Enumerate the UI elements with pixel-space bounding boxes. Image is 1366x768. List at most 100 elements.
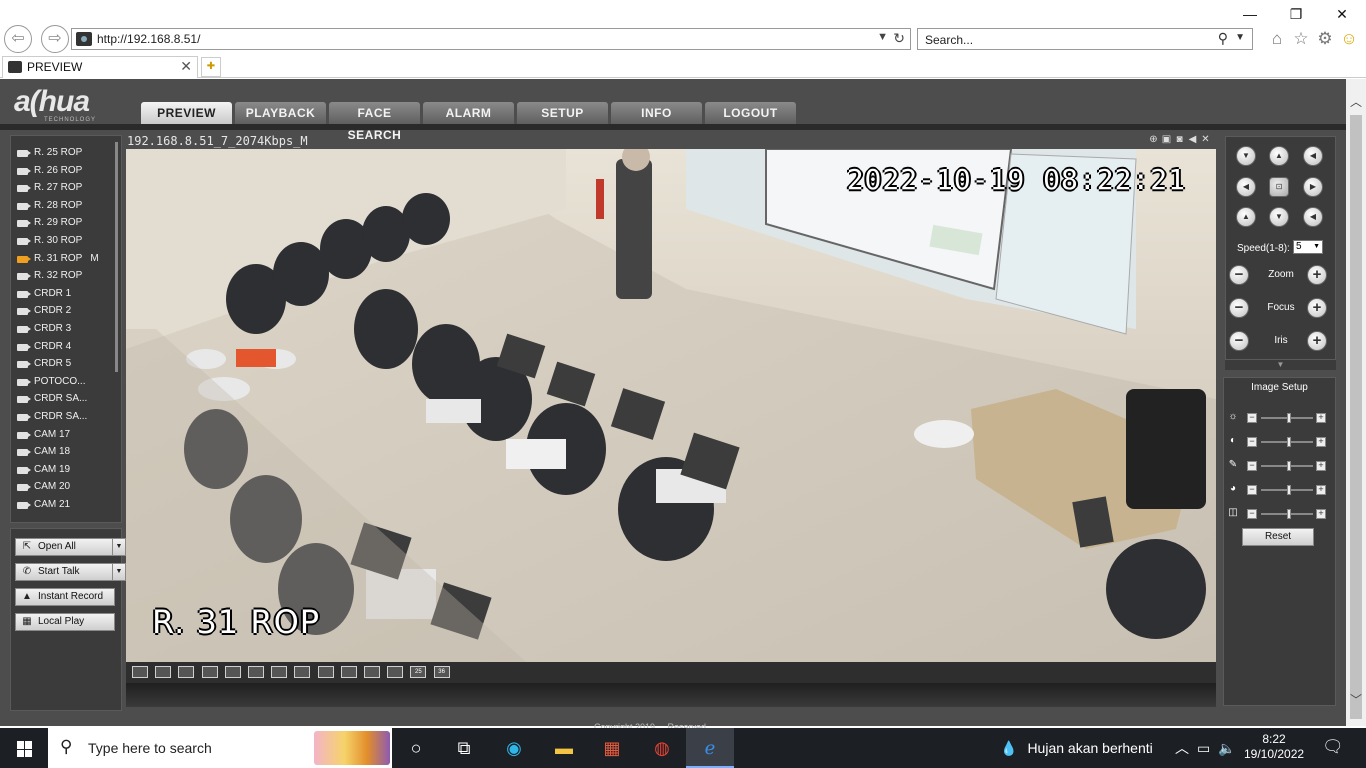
close-window-button[interactable]: ✕ xyxy=(1319,2,1365,26)
slider-increase-icon[interactable]: + xyxy=(1316,509,1326,519)
channel-item[interactable]: R. 30 ROP xyxy=(15,232,115,250)
slider-decrease-icon[interactable]: − xyxy=(1247,509,1257,519)
menu-tab-alarm[interactable]: ALARM xyxy=(423,102,514,124)
slider-increase-icon[interactable]: + xyxy=(1316,461,1326,471)
file-explorer-icon[interactable]: ▬ xyxy=(540,728,588,768)
channel-item[interactable]: CAM 18 xyxy=(15,443,115,461)
menu-tab-preview[interactable]: PREVIEW xyxy=(141,102,232,124)
live-video[interactable]: 2022-10-19 08:22:21 R. 31 ROP xyxy=(126,149,1216,662)
slider-knob[interactable] xyxy=(1287,437,1292,447)
home-icon[interactable]: ⌂ xyxy=(1266,28,1288,50)
slider-track[interactable] xyxy=(1261,413,1313,423)
local-play-button[interactable]: ▦ Local Play xyxy=(15,613,115,631)
slider-decrease-icon[interactable]: − xyxy=(1247,461,1257,471)
iris-plus-icon[interactable]: + xyxy=(1307,331,1327,351)
channel-item[interactable]: CRDR 2 xyxy=(15,302,115,320)
microsoft-store-icon[interactable]: ▦ xyxy=(588,728,636,768)
network-icon[interactable]: ▭ xyxy=(1197,740,1218,756)
split-layout-icon[interactable] xyxy=(317,666,334,678)
notification-icon[interactable]: 🗨 xyxy=(1322,737,1344,757)
slider-increase-icon[interactable]: + xyxy=(1316,485,1326,495)
menu-tab-playback[interactable]: PLAYBACK xyxy=(235,102,326,124)
slider-decrease-icon[interactable]: − xyxy=(1247,413,1257,423)
zoom-in-plus-icon[interactable]: + xyxy=(1307,265,1327,285)
refresh-icon[interactable]: ↻ xyxy=(893,30,905,47)
channel-item[interactable]: POTOCO... xyxy=(15,373,115,391)
tab-preview[interactable]: PREVIEW ✕ xyxy=(2,56,198,78)
channel-item[interactable]: CRDR SA... xyxy=(15,390,115,408)
browser-search-box[interactable]: Search... ⚲ ▼ xyxy=(917,28,1253,50)
open-all-button[interactable]: ⇱ Open All xyxy=(15,538,115,556)
taskbar-search-box[interactable]: ⚲ Type here to search xyxy=(48,728,392,768)
open-all-dropdown-icon[interactable]: ▼ xyxy=(112,538,126,556)
chrome-icon[interactable]: ◍ xyxy=(638,728,686,768)
slider-track[interactable] xyxy=(1261,509,1313,519)
snapshot-icon[interactable]: ▣ xyxy=(1161,134,1172,146)
split-layout-icon[interactable] xyxy=(155,666,172,678)
search-icon[interactable]: ⚲ xyxy=(1218,30,1228,47)
channel-item[interactable]: R. 28 ROP xyxy=(15,197,115,215)
favorites-star-icon[interactable]: ☆ xyxy=(1290,28,1312,50)
instant-record-button[interactable]: ▲ Instant Record xyxy=(15,588,115,606)
split-layout-icon[interactable] xyxy=(178,666,195,678)
split-layout-icon[interactable] xyxy=(248,666,264,678)
back-icon[interactable]: ⇦ xyxy=(4,25,32,53)
ptz-down-left-icon[interactable]: ▲ xyxy=(1236,207,1256,227)
cortana-icon[interactable]: ○ xyxy=(392,728,440,768)
zoom-out-icon[interactable]: − xyxy=(1229,265,1249,285)
start-talk-button[interactable]: ✆ Start Talk xyxy=(15,563,115,581)
split-layout-icon[interactable]: 25 xyxy=(410,666,427,678)
channel-item[interactable]: CAM 21 xyxy=(15,496,115,514)
split-layout-icon[interactable] xyxy=(340,666,357,678)
focus-plus-icon[interactable]: + xyxy=(1307,298,1327,318)
close-video-icon[interactable]: ✕ xyxy=(1200,134,1211,146)
forward-icon[interactable]: ⇨ xyxy=(41,25,69,53)
split-layout-icon[interactable] xyxy=(224,666,241,678)
reset-button[interactable]: Reset xyxy=(1242,528,1314,546)
split-layout-icon[interactable] xyxy=(294,666,311,678)
address-dropdown-icon[interactable]: ▼ xyxy=(877,31,888,43)
ptz-down-icon[interactable]: ▼ xyxy=(1269,207,1289,227)
restore-button[interactable]: ❐ xyxy=(1273,2,1319,26)
ptz-down-right-icon[interactable]: ◀ xyxy=(1303,207,1323,227)
ptz-collapse-icon[interactable]: ▼ xyxy=(1225,360,1336,370)
slider-knob[interactable] xyxy=(1287,485,1292,495)
slider-decrease-icon[interactable]: − xyxy=(1247,485,1257,495)
split-layout-icon[interactable] xyxy=(271,666,288,678)
channel-item[interactable]: CRDR 1 xyxy=(15,285,115,303)
channel-item[interactable]: R. 26 ROP xyxy=(15,162,115,180)
ptz-right-icon[interactable]: ▶ xyxy=(1303,177,1323,197)
ptz-up-left-icon[interactable]: ▼ xyxy=(1236,146,1256,166)
iris-minus-icon[interactable]: − xyxy=(1229,331,1249,351)
new-tab-icon[interactable]: ✚ xyxy=(201,57,221,77)
taskbar-clock[interactable]: 8:22 19/10/2022 xyxy=(1244,732,1304,762)
focus-minus-icon[interactable]: − xyxy=(1229,298,1249,318)
scrollbar-thumb[interactable] xyxy=(1350,115,1362,719)
ptz-up-icon[interactable]: ▲ xyxy=(1269,146,1289,166)
slider-increase-icon[interactable]: + xyxy=(1316,413,1326,423)
address-bar[interactable]: http://192.168.8.51/ ▼ ↻ xyxy=(71,28,911,50)
split-layout-icon[interactable] xyxy=(201,666,218,678)
menu-tab-logout[interactable]: LOGOUT xyxy=(705,102,796,124)
task-view-icon[interactable]: ⧉ xyxy=(440,728,488,768)
channel-item[interactable]: CAM 19 xyxy=(15,461,115,479)
split-layout-icon[interactable] xyxy=(132,666,148,678)
settings-gear-icon[interactable]: ⚙ xyxy=(1314,28,1336,50)
menu-tab-face-search[interactable]: FACE SEARCH xyxy=(329,102,420,142)
start-talk-dropdown-icon[interactable]: ▼ xyxy=(112,563,126,581)
channel-item[interactable]: CRDR 5 xyxy=(15,355,115,373)
channel-item[interactable]: R. 31 ROP M xyxy=(15,250,115,268)
audio-icon[interactable]: ◀ xyxy=(1187,134,1198,146)
channel-item[interactable]: CRDR SA... xyxy=(15,408,115,426)
camera-icon[interactable]: ◙ xyxy=(1174,134,1185,146)
channel-item[interactable]: CRDR 4 xyxy=(15,338,115,356)
slider-knob[interactable] xyxy=(1287,509,1292,519)
channel-item[interactable]: R. 27 ROP xyxy=(15,179,115,197)
feedback-smiley-icon[interactable]: ☺ xyxy=(1338,28,1360,50)
weather-widget[interactable]: 💧 Hujan akan berhenti xyxy=(1000,740,1153,757)
zoom-in-icon[interactable]: ⊕ xyxy=(1148,134,1159,146)
start-button[interactable] xyxy=(0,728,48,768)
slider-track[interactable] xyxy=(1261,461,1313,471)
page-scrollbar[interactable]: ︿ ﹀ xyxy=(1346,79,1366,726)
slider-knob[interactable] xyxy=(1287,413,1292,423)
